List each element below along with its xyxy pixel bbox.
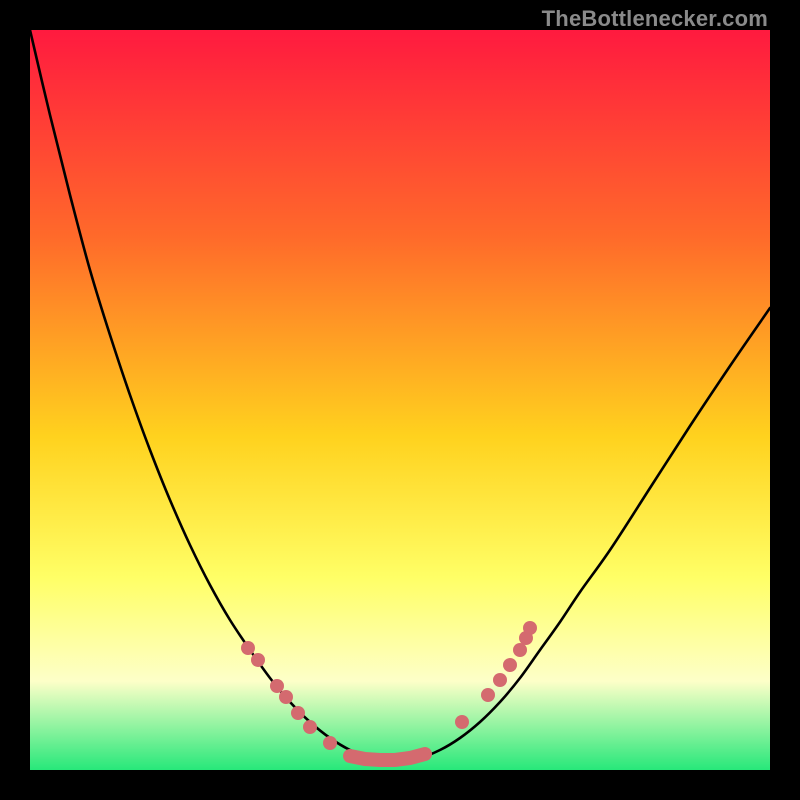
marker-dot bbox=[323, 736, 337, 750]
marker-group bbox=[241, 621, 537, 750]
marker-dot bbox=[493, 673, 507, 687]
marker-dot bbox=[455, 715, 469, 729]
marker-dot bbox=[481, 688, 495, 702]
marker-dot bbox=[270, 679, 284, 693]
marker-dot bbox=[279, 690, 293, 704]
plot-area bbox=[30, 30, 770, 770]
flat-bottom-band bbox=[350, 754, 425, 760]
marker-dot bbox=[251, 653, 265, 667]
marker-dot bbox=[523, 621, 537, 635]
marker-dot bbox=[503, 658, 517, 672]
marker-dot bbox=[303, 720, 317, 734]
bottleneck-curve bbox=[30, 30, 770, 761]
marker-dot bbox=[291, 706, 305, 720]
watermark-text: TheBottlenecker.com bbox=[542, 6, 768, 32]
chart-svg bbox=[30, 30, 770, 770]
marker-dot bbox=[241, 641, 255, 655]
marker-dot bbox=[513, 643, 527, 657]
outer-frame: TheBottlenecker.com bbox=[0, 0, 800, 800]
